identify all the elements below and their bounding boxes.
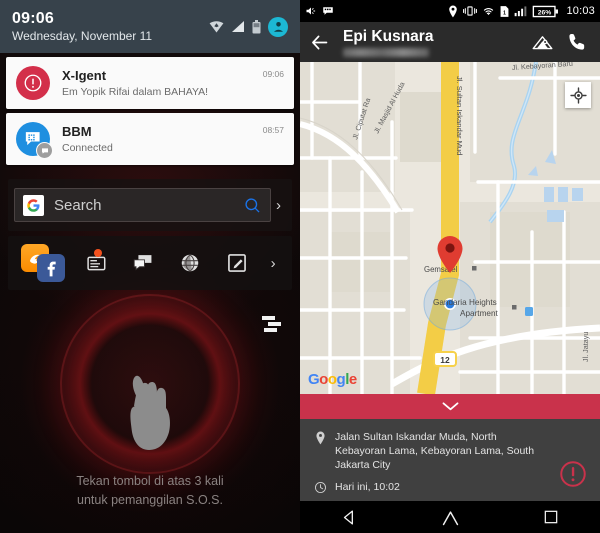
notification-message: Em Yopik Rifai dalam BAHAYA!	[62, 85, 209, 98]
recents-square-icon[interactable]	[543, 509, 559, 525]
left-clock-block: 09:06 Wednesday, November 11	[12, 10, 209, 44]
google-g-icon	[23, 194, 44, 216]
android-nav-bar	[300, 501, 600, 533]
notification-app-name: X-Igent	[62, 67, 107, 83]
search-icon[interactable]	[243, 196, 262, 215]
app-bar-title-block: Epi Kusnara	[343, 28, 532, 57]
back-arrow-icon[interactable]	[309, 32, 330, 53]
facebook-icon[interactable]	[37, 254, 66, 282]
directions-icon[interactable]	[532, 33, 553, 52]
map-canvas[interactable]: Jl. Ciputat Ra Jl. Masjid Al Huda Jl. Su…	[300, 62, 600, 394]
left-phone-pane: 09:06 Wednesday, November 11 X-Igent Em …	[0, 0, 300, 533]
svg-text:Jl. Sultan Iskandar Mud: Jl. Sultan Iskandar Mud	[455, 76, 464, 155]
dock-expand-button[interactable]: ›	[260, 236, 286, 290]
screenshot-root: 09:06 Wednesday, November 11 X-Igent Em …	[0, 0, 600, 533]
svg-text:Apartment: Apartment	[460, 309, 498, 318]
battery-icon: 26%	[532, 5, 559, 18]
notification-message: Connected	[62, 141, 113, 154]
right-status-left-icons	[305, 5, 444, 17]
redacted-phone-number	[343, 47, 429, 57]
signal-icon	[232, 21, 244, 32]
time-row: Hari ini, 10:02	[312, 480, 588, 494]
location-info-panel: Jalan Sultan Iskandar Muda, North Kebayo…	[300, 419, 600, 501]
dock-item-messages[interactable]	[120, 236, 167, 290]
search-input[interactable]: Search	[14, 188, 271, 222]
left-status-time: 09:06	[12, 9, 54, 27]
notification-app-name: BBM	[62, 123, 92, 139]
notification-badge-icon	[93, 249, 102, 257]
dock-item-news-card[interactable]	[73, 236, 120, 290]
user-avatar-icon[interactable]	[268, 16, 288, 37]
clock-icon	[312, 480, 328, 494]
notification-text-block: X-Igent Em Yopik Rifai dalam BAHAYA!	[62, 68, 263, 99]
browser-globe-icon[interactable]	[179, 252, 201, 274]
call-icon[interactable]	[567, 32, 587, 52]
wifi-icon	[209, 21, 224, 33]
time-text: Hari ini, 10:02	[335, 481, 400, 493]
notification-time: 08:57	[262, 125, 284, 135]
signal-icon	[515, 6, 527, 17]
battery-icon	[252, 19, 261, 33]
right-status-time: 10:03	[566, 5, 595, 17]
svg-text:12: 12	[440, 355, 450, 365]
bbm-icon	[16, 122, 53, 159]
location-pin-icon	[312, 430, 328, 445]
right-phone-pane: 1 26% 10:03 Epi Kusnara Jl. Ciputat Ra J…	[300, 0, 600, 533]
notification-time: 09:06	[262, 69, 284, 79]
search-placeholder: Search	[54, 196, 102, 214]
home-icon[interactable]	[441, 509, 460, 526]
mute-icon	[306, 7, 316, 15]
sos-instruction-line2: untuk pemanggilan S.O.S.	[77, 493, 223, 507]
alert-circle-icon[interactable]	[558, 459, 588, 489]
bbm-badge-icon	[36, 142, 53, 159]
right-status-right-icons: 1 26% 10:03	[448, 4, 595, 18]
dock-item-browser[interactable]	[166, 236, 213, 290]
message-icon	[323, 7, 333, 15]
google-map-logo: Google	[308, 371, 357, 388]
messages-icon[interactable]	[131, 252, 155, 274]
sos-instruction-text: Tekan tombol di atas 3 kali untuk pemang…	[0, 472, 300, 510]
map-view[interactable]: Jl. Ciputat Ra Jl. Masjid Al Huda Jl. Su…	[300, 62, 600, 394]
dock-item-uc-facebook[interactable]	[14, 236, 73, 290]
left-status-bar: 09:06 Wednesday, November 11	[0, 0, 300, 53]
alert-circle-icon	[16, 66, 50, 100]
vibrate-icon	[463, 6, 478, 16]
sim-icon: 1	[501, 5, 509, 17]
back-triangle-icon[interactable]	[341, 509, 358, 526]
right-status-bar: 1 26% 10:03	[300, 0, 600, 22]
highway-shield-12: 12	[433, 351, 457, 367]
compose-note-icon[interactable]	[226, 252, 248, 274]
chevron-down-icon[interactable]	[442, 401, 459, 412]
app-bar-actions	[532, 32, 591, 52]
my-location-icon[interactable]	[565, 82, 591, 108]
svg-text:Jl. Jatayu: Jl. Jatayu	[581, 332, 590, 362]
left-status-icons	[209, 16, 288, 37]
page-title: Epi Kusnara	[343, 27, 434, 45]
app-bar: Epi Kusnara	[300, 22, 600, 62]
hand-gesture-icon	[120, 372, 180, 455]
address-text: Jalan Sultan Iskandar Muda, North Kebayo…	[335, 431, 535, 471]
notification-card-xigent[interactable]: X-Igent Em Yopik Rifai dalam BAHAYA! 09:…	[6, 57, 294, 109]
map-poi-chip	[525, 307, 533, 316]
sos-instruction-line1: Tekan tombol di atas 3 kali	[76, 474, 224, 488]
sos-alert-button[interactable]	[558, 459, 588, 489]
app-dock: ›	[8, 236, 292, 290]
address-row: Jalan Sultan Iskandar Muda, North Kebayo…	[312, 430, 588, 472]
notification-card-bbm[interactable]: BBM Connected 08:57	[6, 113, 294, 165]
chevron-right-icon[interactable]: ›	[266, 255, 281, 272]
notification-text-block: BBM Connected	[62, 124, 263, 155]
google-search-widget: Search ›	[8, 179, 292, 231]
recents-stack-icon[interactable]	[258, 313, 284, 335]
left-status-date: Wednesday, November 11	[12, 28, 153, 43]
svg-text:Gandaria Heights: Gandaria Heights	[433, 298, 497, 307]
location-icon	[449, 4, 458, 17]
dock-item-compose[interactable]	[213, 236, 260, 290]
expand-details-bar[interactable]	[300, 394, 600, 419]
wifi-icon	[484, 8, 494, 16]
battery-percent-label: 26%	[538, 9, 552, 16]
chevron-right-icon[interactable]: ›	[271, 197, 286, 214]
sim-slot-label: 1	[504, 10, 507, 16]
